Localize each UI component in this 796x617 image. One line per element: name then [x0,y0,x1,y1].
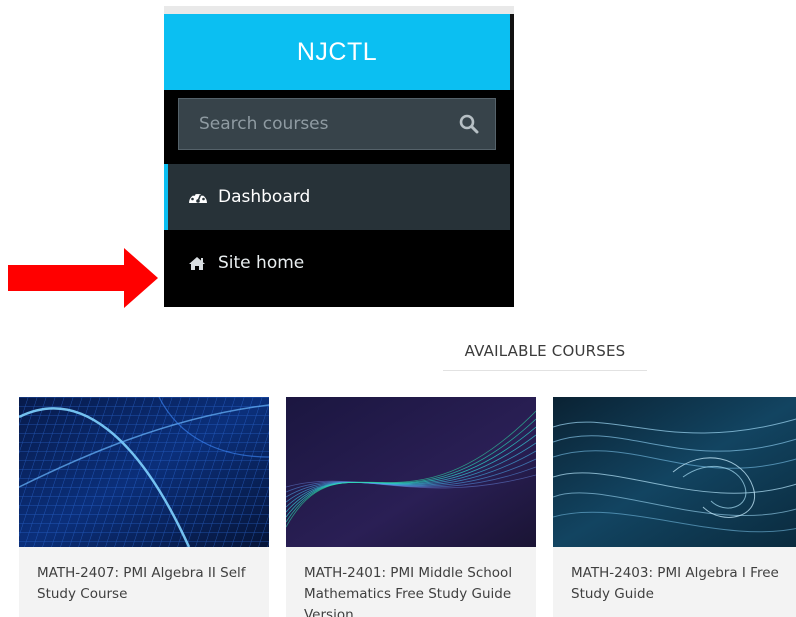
brand-edge [510,14,514,90]
course-card[interactable]: MATH-2403: PMI Algebra I Free Study Guid… [553,397,796,617]
dashboard-icon [188,188,210,206]
red-arrow-icon [8,248,158,312]
course-card[interactable]: MATH-2407: PMI Algebra II Self Study Cou… [19,397,269,617]
search-icon[interactable] [443,114,495,134]
nav-item-site-home[interactable]: Site home [164,230,510,296]
course-card[interactable]: MATH-2401: PMI Middle School Mathematics… [286,397,536,617]
course-title[interactable]: MATH-2403: PMI Algebra I Free Study Guid… [571,563,793,605]
nav-item-label: Site home [218,253,305,273]
search-box [178,98,496,150]
search-input[interactable] [199,114,443,134]
nav-item-label: Dashboard [218,187,311,207]
course-image[interactable] [19,397,269,547]
home-icon [188,254,210,272]
brand-logo[interactable]: NJCTL [164,14,510,90]
course-image[interactable] [286,397,536,547]
course-title[interactable]: MATH-2407: PMI Algebra II Self Study Cou… [37,563,259,605]
sidebar: NJCTL Dashboard [164,6,514,307]
section-heading: AVAILABLE COURSES [464,342,626,360]
course-title[interactable]: MATH-2401: PMI Middle School Mathematics… [304,563,526,617]
course-image[interactable] [553,397,796,547]
nav-item-dashboard[interactable]: Dashboard [164,164,510,230]
sidebar-top-strip [164,6,514,14]
section-divider [443,370,647,371]
